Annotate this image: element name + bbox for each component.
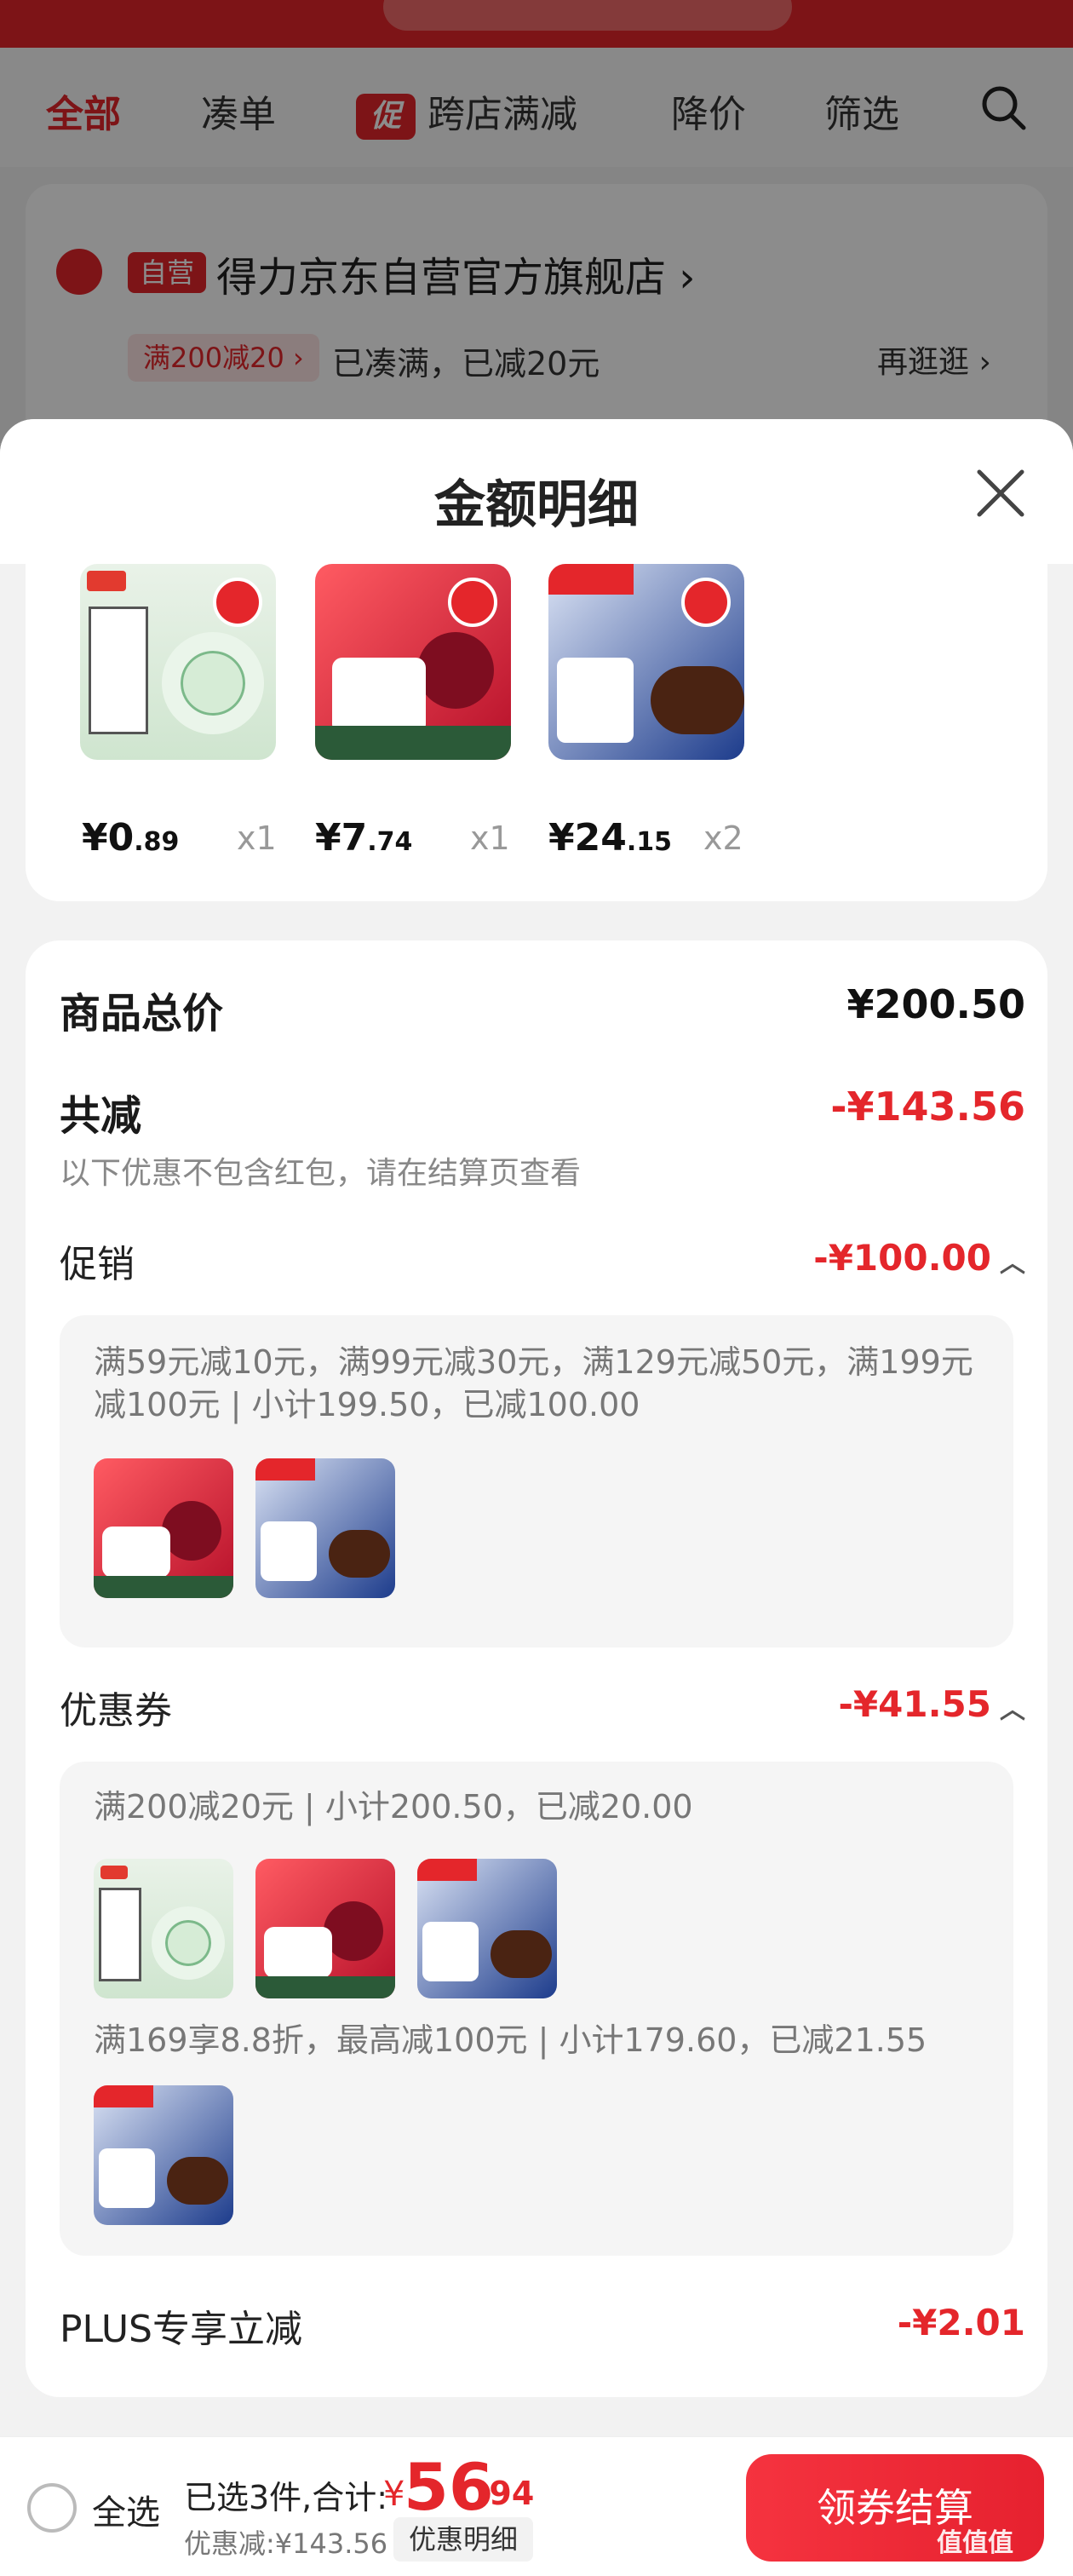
brand-logo <box>100 1866 128 1879</box>
promo-label <box>422 1922 479 1981</box>
brand-banner <box>548 564 634 595</box>
product-qty: x1 <box>237 819 277 857</box>
plus-label: PLUS专享立减 <box>60 2308 302 2351</box>
promo-bar <box>94 1576 233 1598</box>
select-all-checkbox[interactable] <box>27 2483 77 2533</box>
discount-value: -¥143.56 <box>830 1084 1025 1130</box>
coupon-toggle[interactable]: -¥41.55 ︿ <box>838 1683 1025 1726</box>
beef-jerky-product-image[interactable] <box>548 564 744 760</box>
coupon-detail-text-2: 满169享8.8折，最高减100元 | 小计179.60，已减21.55 <box>94 2021 927 2059</box>
tape-roll <box>162 632 264 734</box>
promo-label <box>99 2148 155 2208</box>
chevron-up-icon: ︿ <box>1000 1694 1025 1725</box>
promo-bar <box>255 1976 395 1998</box>
juice-product-image[interactable] <box>315 564 511 760</box>
discount-detail-button[interactable]: 优惠明细 <box>393 2517 534 2562</box>
pomegranate-graphic <box>162 1501 221 1561</box>
amount-detail-sheet: 金额明细 ¥0.89 x1 ¥7.74 x1 ¥24.15 x2 商品总价 ¥2… <box>0 419 1073 2576</box>
background-cart-page: 全部 凑单 促跨店满减 降价 筛选 自营 得力京东自营官方旗舰店 › 满200减… <box>0 0 1073 457</box>
tape-product-image <box>94 1859 233 1998</box>
promo-label <box>557 658 634 743</box>
promotion-detail-box: 满59元减10元，满99元减30元，满129元减50元，满199元减100元 |… <box>60 1315 1013 1647</box>
product-checkbox[interactable] <box>213 578 262 627</box>
jerky-graphic <box>491 1930 552 1978</box>
total-currency: ¥ <box>383 2475 405 2514</box>
beef-jerky-product-image <box>417 1859 557 1998</box>
pomegranate-graphic <box>324 1901 383 1961</box>
jerky-graphic <box>329 1530 390 1578</box>
total-amount-decimal: .94 <box>477 2475 535 2512</box>
dim-overlay[interactable] <box>0 0 1073 443</box>
juice-product-image <box>255 1859 395 1998</box>
coupon-detail-box: 满200减20元 | 小计200.50，已减20.00 满169享8.8折，最高… <box>60 1762 1013 2256</box>
close-icon[interactable] <box>971 463 1030 523</box>
bottom-action-bar: 全选 已选3件,合计: ¥ 56 .94 优惠减:¥143.56 优惠明细 领券… <box>0 2436 1073 2576</box>
total-price-label: 商品总价 <box>60 990 224 1038</box>
package-box <box>89 607 148 734</box>
product-price: ¥0.89 <box>82 816 180 860</box>
coupon-label[interactable]: 优惠券 <box>60 1680 172 1734</box>
product-qty: x1 <box>470 819 510 857</box>
coupon-value: -¥41.55 <box>838 1683 991 1725</box>
selected-products: ¥0.89 x1 ¥7.74 x1 ¥24.15 x2 <box>26 564 1047 901</box>
product-checkbox[interactable] <box>681 578 731 627</box>
jerky-graphic <box>651 666 744 734</box>
promo-label <box>264 1927 332 1978</box>
promotion-label[interactable]: 促销 <box>60 1233 135 1288</box>
promo-bar <box>315 726 511 760</box>
brand-banner <box>94 2085 153 2107</box>
promo-label <box>261 1521 317 1581</box>
beef-jerky-product-image <box>255 1458 395 1598</box>
promotion-value: -¥100.00 <box>813 1237 991 1279</box>
select-all-label[interactable]: 全选 <box>92 2485 160 2534</box>
discount-label: 共减 <box>60 1092 142 1140</box>
chevron-up-icon: ︿ <box>1000 1248 1025 1279</box>
watermark: 值值值 <box>937 2528 1013 2558</box>
total-price-value: ¥200.50 <box>846 981 1025 1027</box>
sheet-title: 金额明细 <box>434 475 639 535</box>
promotion-detail-text: 满59元减10元，满99元减30元，满129元减50元，满199元减100元 |… <box>94 1343 973 1423</box>
promo-label <box>332 658 426 734</box>
product-checkbox[interactable] <box>448 578 497 627</box>
package-box <box>99 1888 141 1981</box>
pomegranate-graphic <box>417 632 494 709</box>
plus-value: -¥2.01 <box>897 2302 1025 2343</box>
jerky-graphic <box>167 2157 228 2205</box>
brand-logo <box>87 571 126 591</box>
tape-roll <box>152 1906 225 1980</box>
product-price: ¥24.15 <box>548 816 673 860</box>
juice-product-image <box>94 1458 233 1598</box>
sheet-header: 金额明细 <box>0 419 1073 564</box>
brand-banner <box>255 1458 315 1481</box>
selected-count: 已选3件,合计: <box>184 2479 388 2516</box>
product-qty: x2 <box>703 819 743 857</box>
beef-jerky-product-image <box>94 2085 233 2225</box>
brand-banner <box>417 1859 477 1881</box>
product-price: ¥7.74 <box>315 816 413 860</box>
saved-amount: 优惠减:¥143.56 <box>184 2527 388 2560</box>
coupon-detail-text-1: 满200减20元 | 小计200.50，已减20.00 <box>94 1788 693 1826</box>
promotion-toggle[interactable]: -¥100.00 ︿ <box>813 1237 1025 1279</box>
tape-product-image[interactable] <box>80 564 276 760</box>
price-detail-card: 商品总价 ¥200.50 共减 -¥143.56 以下优惠不包含红包，请在结算页… <box>26 940 1047 2397</box>
promo-label <box>102 1527 170 1578</box>
discount-note: 以下优惠不包含红包，请在结算页查看 <box>60 1156 582 1191</box>
